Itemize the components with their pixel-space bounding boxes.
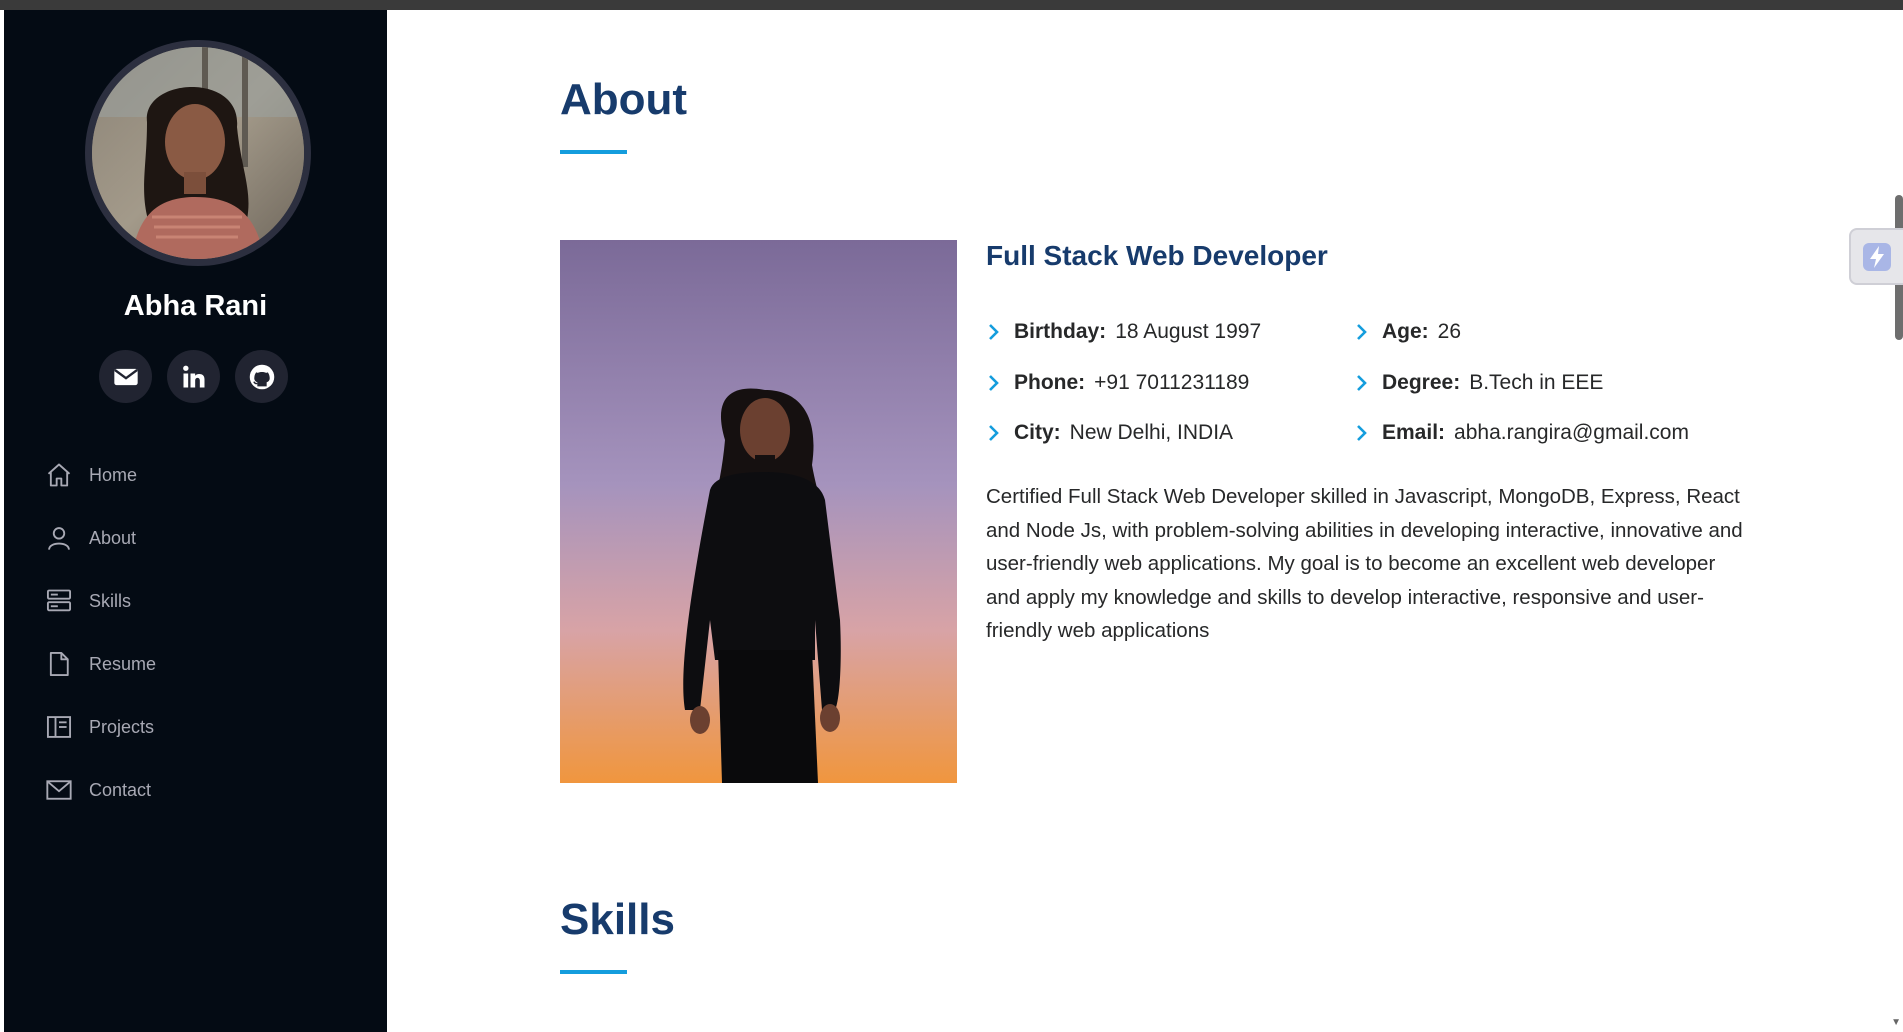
detail-value: abha.rangira@gmail.com — [1454, 421, 1689, 444]
email-social-button[interactable] — [99, 350, 152, 403]
profile-name: Abha Rani — [123, 290, 268, 322]
detail-key: Degree: — [1382, 371, 1461, 394]
detail-key: Phone: — [1014, 371, 1086, 394]
chevron-right-icon — [989, 324, 999, 340]
main-content: About Full Stack Web Developer Birthday:… — [387, 10, 1903, 1032]
chevron-right-icon — [989, 375, 999, 391]
nav-item-projects[interactable]: Projects — [44, 707, 344, 747]
nav-item-label: About — [89, 527, 137, 548]
detail-key: City: — [1014, 421, 1061, 444]
nav-item-about[interactable]: About — [44, 518, 344, 558]
nav-item-label: Resume — [89, 653, 157, 674]
floating-extension-button[interactable] — [1849, 228, 1903, 285]
detail-phone: Phone: +91 7011231189 — [986, 368, 1249, 398]
detail-value: 26 — [1437, 320, 1462, 343]
detail-key: Birthday: — [1014, 320, 1107, 343]
nav-item-home[interactable]: Home — [44, 455, 344, 495]
linkedin-social-button[interactable] — [167, 350, 220, 403]
detail-age: Age: 26 — [1354, 317, 1461, 347]
about-role: Full Stack Web Developer — [986, 240, 1328, 271]
detail-birthday: Birthday: 18 August 1997 — [986, 317, 1261, 347]
detail-email: Email: abha.rangira@gmail.com — [1354, 418, 1689, 448]
detail-value: +91 7011231189 — [1094, 371, 1250, 394]
nav-item-label: Projects — [89, 716, 155, 737]
chevron-right-icon — [1357, 375, 1367, 391]
detail-key: Email: — [1382, 421, 1446, 444]
nav-item-contact[interactable]: Contact — [44, 770, 344, 810]
skills-title-underline — [560, 970, 627, 974]
scroll-down-arrow[interactable]: ▼ — [1891, 1017, 1901, 1028]
about-photo — [560, 240, 957, 783]
about-title: About — [560, 75, 688, 124]
detail-city: City: New Delhi, INDIA — [986, 418, 1233, 448]
detail-degree: Degree: B.Tech in EEE — [1354, 368, 1603, 398]
github-social-button[interactable] — [235, 350, 288, 403]
server-icon — [44, 586, 74, 616]
profile-avatar — [85, 40, 311, 266]
detail-key: Age: — [1382, 320, 1429, 343]
file-icon — [44, 649, 74, 679]
nav-item-label: Skills — [89, 590, 132, 611]
sidebar: Abha Rani Home About Skills Resume Proje… — [4, 10, 387, 1032]
nav-item-resume[interactable]: Resume — [44, 644, 344, 684]
about-bio: Certified Full Stack Web Developer skill… — [986, 485, 1743, 642]
envelope-icon — [44, 775, 74, 805]
person-icon — [44, 523, 74, 553]
nav-item-label: Home — [89, 464, 138, 485]
lightning-icon — [1863, 242, 1891, 271]
nav-item-skills[interactable]: Skills — [44, 581, 344, 621]
detail-value: New Delhi, INDIA — [1069, 421, 1234, 444]
envelope-icon — [113, 368, 138, 385]
detail-value: B.Tech in EEE — [1469, 371, 1604, 394]
about-title-underline — [560, 150, 627, 154]
github-icon — [249, 364, 274, 389]
house-icon — [44, 460, 74, 490]
skills-title: Skills — [560, 895, 675, 944]
book-icon — [44, 712, 74, 742]
chevron-right-icon — [1357, 324, 1367, 340]
detail-value: 18 August 1997 — [1115, 320, 1262, 343]
chevron-right-icon — [989, 425, 999, 441]
browser-top-bar — [0, 0, 1903, 10]
linkedin-icon — [182, 365, 204, 387]
chevron-right-icon — [1357, 425, 1367, 441]
nav-item-label: Contact — [89, 779, 152, 800]
social-links — [99, 350, 299, 403]
